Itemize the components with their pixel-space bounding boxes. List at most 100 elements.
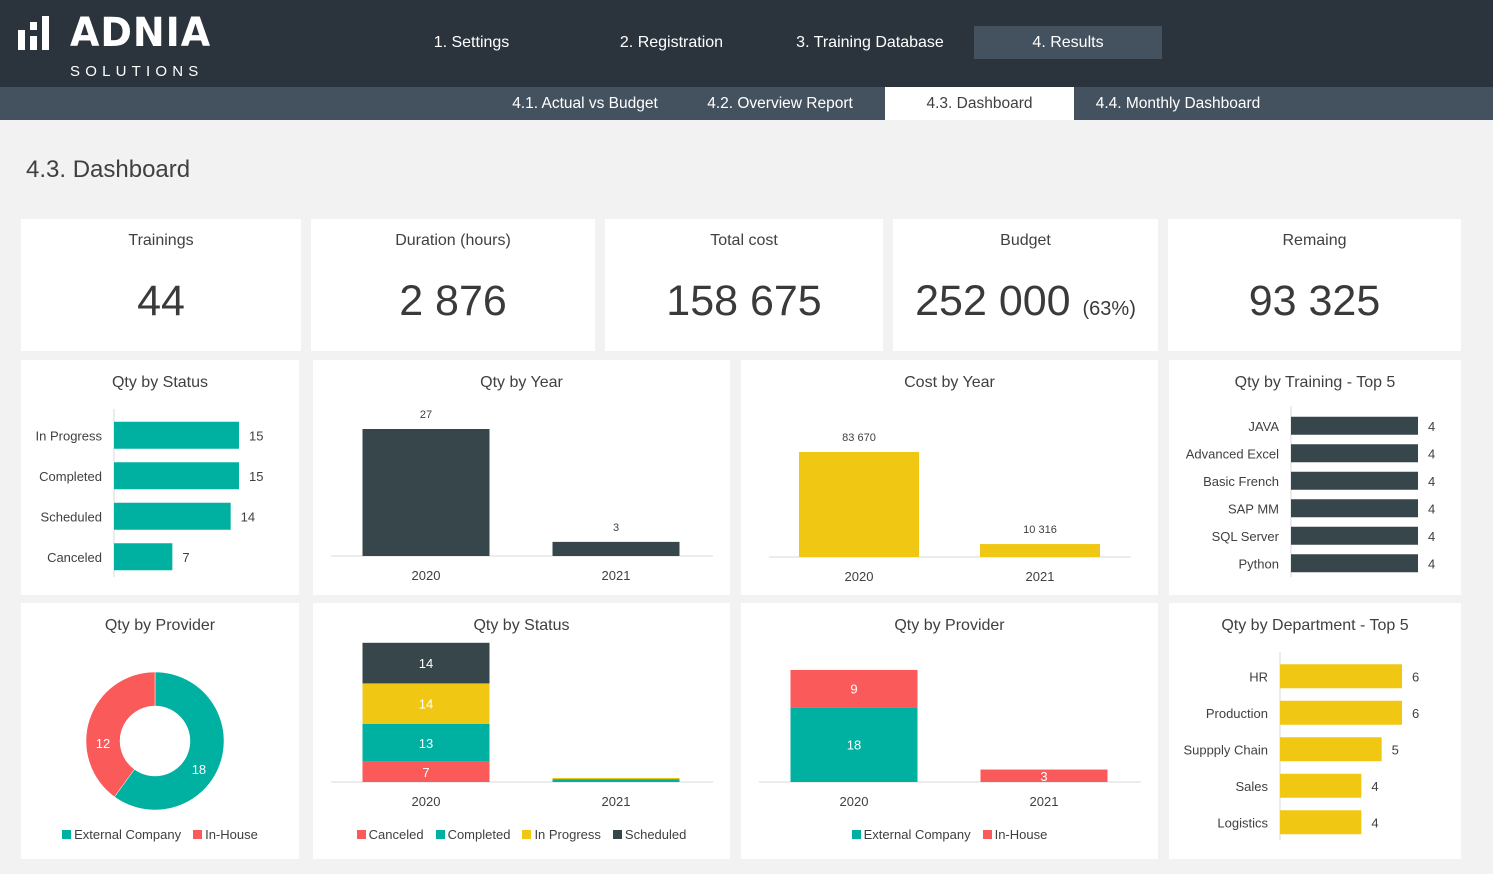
bar: [1291, 526, 1418, 545]
kpi-label: Trainings: [128, 232, 194, 249]
bar: [1291, 499, 1418, 518]
kpi-card-remaining: Remaing 93 325: [1168, 219, 1461, 351]
kpi-card-budget: Budget 252 000 (63%): [893, 219, 1158, 351]
category-label: In Progress: [36, 428, 103, 443]
data-label: 6: [1412, 706, 1419, 721]
data-label: 4: [1428, 501, 1435, 516]
kpi-label: Remaing: [1282, 232, 1347, 249]
category-label: HR: [1249, 669, 1268, 684]
subtab-actual-vs-budget[interactable]: 4.1. Actual vs Budget: [495, 87, 675, 120]
chart-svg: 1812: [85, 671, 225, 811]
data-label: 14: [419, 697, 433, 712]
category-label: JAVA: [1248, 419, 1279, 434]
legend-label: External Company: [863, 827, 971, 842]
data-label: 4: [1428, 419, 1435, 434]
chart-svg: 83 670 2020 10 316 2021: [769, 432, 1131, 584]
kpi-card-duration: Duration (hours) 2 876: [311, 219, 595, 351]
data-label: 12: [96, 736, 110, 751]
legend-item: External Company: [851, 827, 971, 842]
bar: [114, 462, 239, 490]
legend-item: External Company: [62, 827, 181, 842]
logo-bars-icon: [18, 16, 49, 50]
legend-item: Scheduled: [612, 827, 686, 842]
chart-legend: External Company In-House: [741, 827, 1158, 842]
category-label: Sales: [1235, 779, 1268, 794]
data-label: 4: [1428, 446, 1435, 461]
bar: [114, 543, 173, 571]
bar: [1291, 554, 1418, 573]
data-label: 83 670: [842, 432, 876, 444]
bar: [980, 544, 1100, 557]
legend-label: In-House: [205, 827, 258, 842]
bar: [1280, 810, 1362, 835]
chart-qty-by-year: Qty by Year 27 2020 3 2021: [313, 360, 730, 595]
bar: [1291, 471, 1418, 490]
chart-svg: In Progress 15 Completed 15 Scheduled 14 Cance…: [36, 409, 263, 577]
bar: [1280, 773, 1362, 798]
category-label: Logistics: [1217, 815, 1268, 830]
category-label: 2021: [602, 794, 631, 809]
data-label: 4: [1428, 474, 1435, 489]
legend-label: In Progress: [534, 827, 601, 842]
brand-logo[interactable]: ADNIA SOLUTIONS: [18, 10, 210, 80]
chart-qty-by-provider-donut: Qty by Provider 18 12 External Company In-…: [21, 603, 299, 859]
bar: [114, 421, 239, 449]
legend-item: In-House: [982, 827, 1047, 842]
tab-results[interactable]: 4. Results: [974, 26, 1162, 59]
bar: [362, 429, 490, 556]
chart-legend: External Company In-House: [21, 827, 299, 842]
bar: [1291, 416, 1418, 435]
data-label: 18: [847, 738, 861, 753]
data-label: 3: [1040, 769, 1047, 784]
category-label: SAP MM: [1228, 501, 1279, 516]
legend-swatch: [62, 830, 72, 839]
subtab-monthly-dashboard[interactable]: 4.4. Monthly Dashboard: [1078, 87, 1278, 120]
tab-registration[interactable]: 2. Registration: [600, 26, 743, 59]
brand-subtitle: SOLUTIONS: [70, 63, 204, 80]
data-label: 4: [1371, 779, 1378, 794]
tab-training-database[interactable]: 3. Training Database: [780, 26, 960, 59]
chart-qty-by-status: Qty by Status In Progress 15 Completed 15 Sc…: [21, 360, 299, 595]
data-label: 6: [1412, 669, 1419, 684]
bar: [114, 502, 231, 530]
subtab-overview-report[interactable]: 4.2. Overview Report: [690, 87, 870, 120]
category-label: Canceled: [47, 550, 102, 565]
kpi-card-trainings: Trainings 44: [21, 219, 301, 351]
data-label: 7: [422, 765, 429, 780]
kpi-value-number: 252 000: [915, 277, 1071, 325]
data-label: 27: [420, 409, 432, 421]
data-label: 5: [1392, 742, 1399, 757]
sub-nav-bar: 4.1. Actual vs Budget 4.2. Overview Repo…: [0, 87, 1493, 120]
page-title: 4.3. Dashboard: [26, 156, 191, 183]
bar-segment: [552, 777, 680, 780]
legend-item: Completed: [435, 827, 510, 842]
legend-label: External Company: [74, 827, 182, 842]
kpi-card-total-cost: Total cost 158 675: [605, 219, 883, 351]
chart-svg: 7 13 14 14 2020 2021: [331, 642, 713, 809]
legend-swatch: [356, 830, 366, 839]
data-label: 13: [419, 736, 433, 751]
chart-qty-by-department: Qty by Department - Top 5 HR 6 Production 6…: [1169, 603, 1461, 859]
kpi-value: 158 675: [666, 277, 822, 325]
subtab-dashboard[interactable]: 4.3. Dashboard: [885, 87, 1074, 120]
legend-label: Canceled: [368, 827, 424, 842]
category-label: Basic French: [1203, 474, 1279, 489]
kpi-value: 93 325: [1248, 277, 1381, 325]
data-label: 4: [1428, 556, 1435, 571]
bar-segment: [552, 779, 680, 782]
category-label: Production: [1206, 706, 1268, 721]
category-label: 2020: [412, 568, 441, 583]
chart-cost-by-year: Cost by Year 83 670 2020 10 316 2021: [741, 360, 1158, 595]
bar: [1280, 700, 1402, 725]
tab-settings[interactable]: 1. Settings: [400, 26, 543, 59]
legend-swatch: [612, 830, 622, 839]
legend-item: Canceled: [356, 827, 424, 842]
data-label: 15: [249, 428, 263, 443]
kpi-value: 44: [137, 277, 185, 325]
category-label: Advanced Excel: [1186, 446, 1279, 461]
category-label: 2021: [602, 568, 631, 583]
category-label: Scheduled: [41, 509, 102, 524]
data-label: 4: [1428, 529, 1435, 544]
legend-swatch: [982, 830, 992, 839]
legend-swatch: [522, 830, 532, 839]
